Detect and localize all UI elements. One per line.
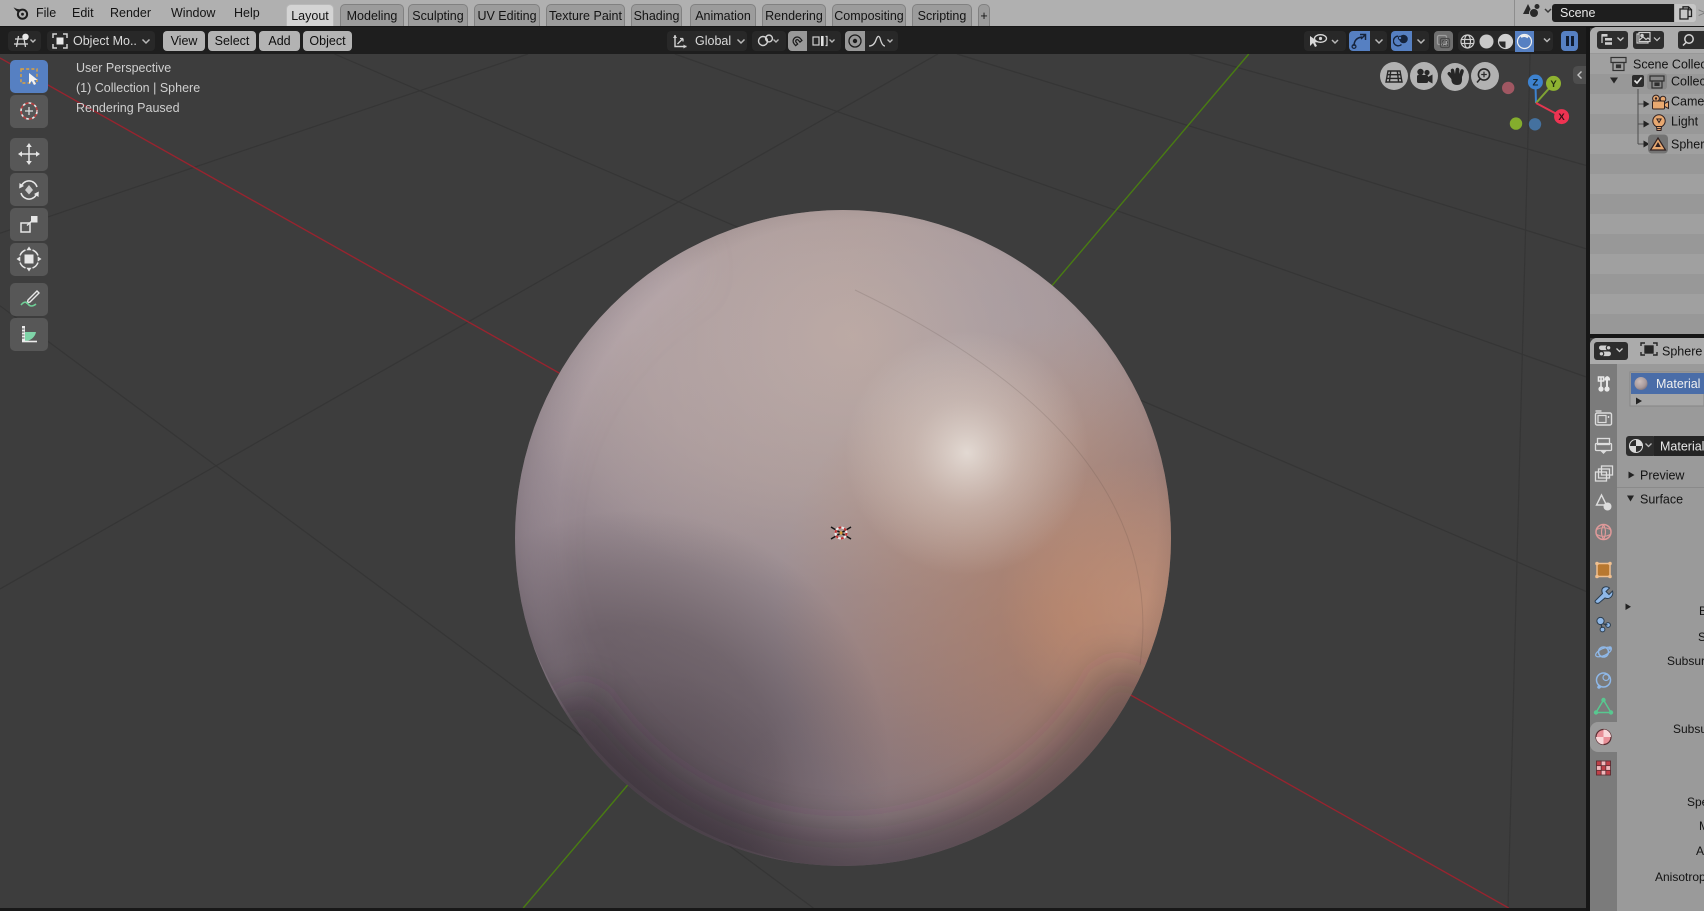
svg-text:Sphere: Sphere [1671,138,1704,152]
svg-text:Collection: Collection [1671,75,1704,89]
svg-text:Y: Y [1550,79,1557,90]
svg-text:Light: Light [1671,115,1699,129]
svg-text:Subsurfac: Subsurfac [1673,722,1704,736]
svg-text:M: M [1699,819,1704,833]
svg-text:S: S [1698,630,1704,644]
svg-text:Sphere: Sphere [1662,345,1702,359]
svg-text:Anisotropic: Anisotropic [1655,870,1704,884]
svg-text:Preview: Preview [1640,469,1685,483]
svg-text:Surface: Surface [1640,493,1683,507]
svg-text:Specular: Specular [1687,795,1704,809]
svg-text:Camera: Camera [1671,95,1704,109]
svg-text:Material: Material [1656,377,1700,391]
svg-text:Z: Z [1532,78,1538,89]
svg-text:A: A [1696,844,1704,858]
svg-text:B: B [1699,604,1704,618]
svg-text:Material: Material [1660,440,1704,454]
svg-text:X: X [1558,112,1565,123]
svg-text:Subsurface: Subsurface [1667,654,1704,668]
svg-text:Scene Collection: Scene Collection [1633,58,1704,72]
